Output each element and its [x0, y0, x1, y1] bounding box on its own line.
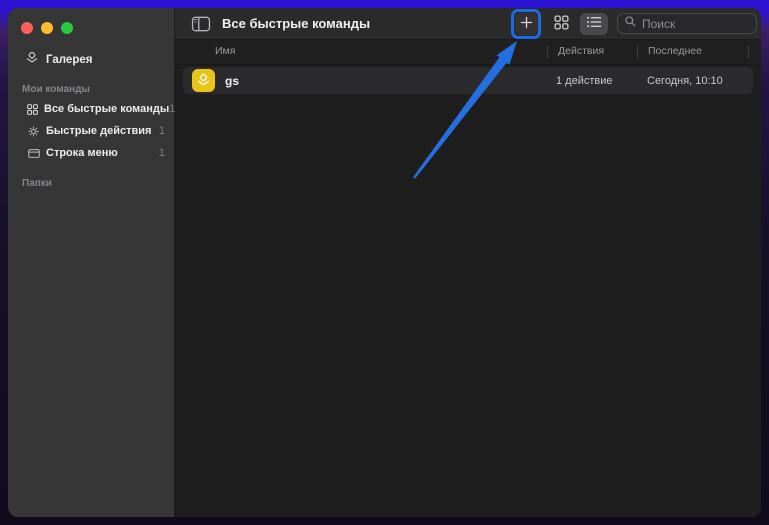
screenshot-background: Галерея Мои команды Все быстрые команды …	[0, 0, 769, 525]
list-view-icon	[586, 15, 603, 32]
close-window-button[interactable]	[21, 22, 33, 34]
column-divider	[748, 45, 749, 59]
sidebar-item-all-shortcuts[interactable]: Все быстрые команды 1	[8, 98, 174, 120]
window-controls	[8, 22, 174, 34]
column-header-actions[interactable]: Действия	[558, 45, 604, 57]
sidebar-item-label: Быстрые действия	[46, 125, 151, 137]
plus-icon	[519, 15, 534, 33]
sidebar: Галерея Мои команды Все быстрые команды …	[8, 8, 175, 517]
grid-view-button[interactable]	[550, 13, 572, 35]
sidebar-item-quick-actions[interactable]: Быстрые действия 1	[8, 120, 174, 142]
search-field[interactable]	[617, 13, 757, 34]
sidebar-item-label: Все быстрые команды	[44, 103, 169, 115]
zoom-window-button[interactable]	[61, 22, 73, 34]
minimize-window-button[interactable]	[41, 22, 53, 34]
add-shortcut-button[interactable]	[515, 13, 537, 35]
sidebar-item-gallery[interactable]: Галерея	[8, 50, 174, 70]
menu-bar-icon	[26, 147, 41, 160]
shortcuts-app-window: Галерея Мои команды Все быстрые команды …	[8, 8, 761, 517]
column-header-last[interactable]: Последнее	[648, 45, 702, 57]
table-header: Имя Действия Последнее	[175, 40, 761, 65]
column-divider	[547, 45, 548, 59]
sidebar-section-folders: Папки	[8, 178, 174, 192]
column-divider	[637, 45, 638, 59]
shortcut-icon	[192, 69, 215, 92]
grid-icon	[26, 103, 39, 116]
main-panel: Все быстрые команды	[175, 8, 761, 517]
column-header-name[interactable]: Имя	[215, 45, 235, 57]
shortcut-last-modified: Сегодня, 10:10	[647, 75, 723, 87]
grid-view-icon	[553, 14, 570, 34]
table-row[interactable]: gs 1 действие Сегодня, 10:10	[183, 67, 753, 94]
sidebar-toggle-button[interactable]	[190, 15, 212, 33]
gear-icon	[26, 125, 41, 138]
item-count-badge: 1	[159, 125, 165, 137]
search-input[interactable]	[642, 17, 750, 31]
search-icon	[624, 15, 637, 33]
item-count-badge: 1	[159, 147, 165, 159]
shortcut-actions-count: 1 действие	[556, 75, 613, 87]
shortcut-list: gs 1 действие Сегодня, 10:10	[175, 65, 761, 517]
list-view-button[interactable]	[580, 13, 608, 35]
toolbar: Все быстрые команды	[175, 8, 761, 40]
sidebar-item-label: Строка меню	[46, 147, 118, 159]
gallery-icon	[25, 51, 39, 70]
shortcut-name: gs	[225, 74, 239, 88]
page-title: Все быстрые команды	[222, 16, 370, 31]
sidebar-item-menu-bar[interactable]: Строка меню 1	[8, 142, 174, 164]
annotation-highlight-box	[511, 9, 541, 39]
sidebar-section-my-shortcuts: Мои команды	[8, 84, 174, 98]
sidebar-item-label: Галерея	[46, 54, 92, 66]
